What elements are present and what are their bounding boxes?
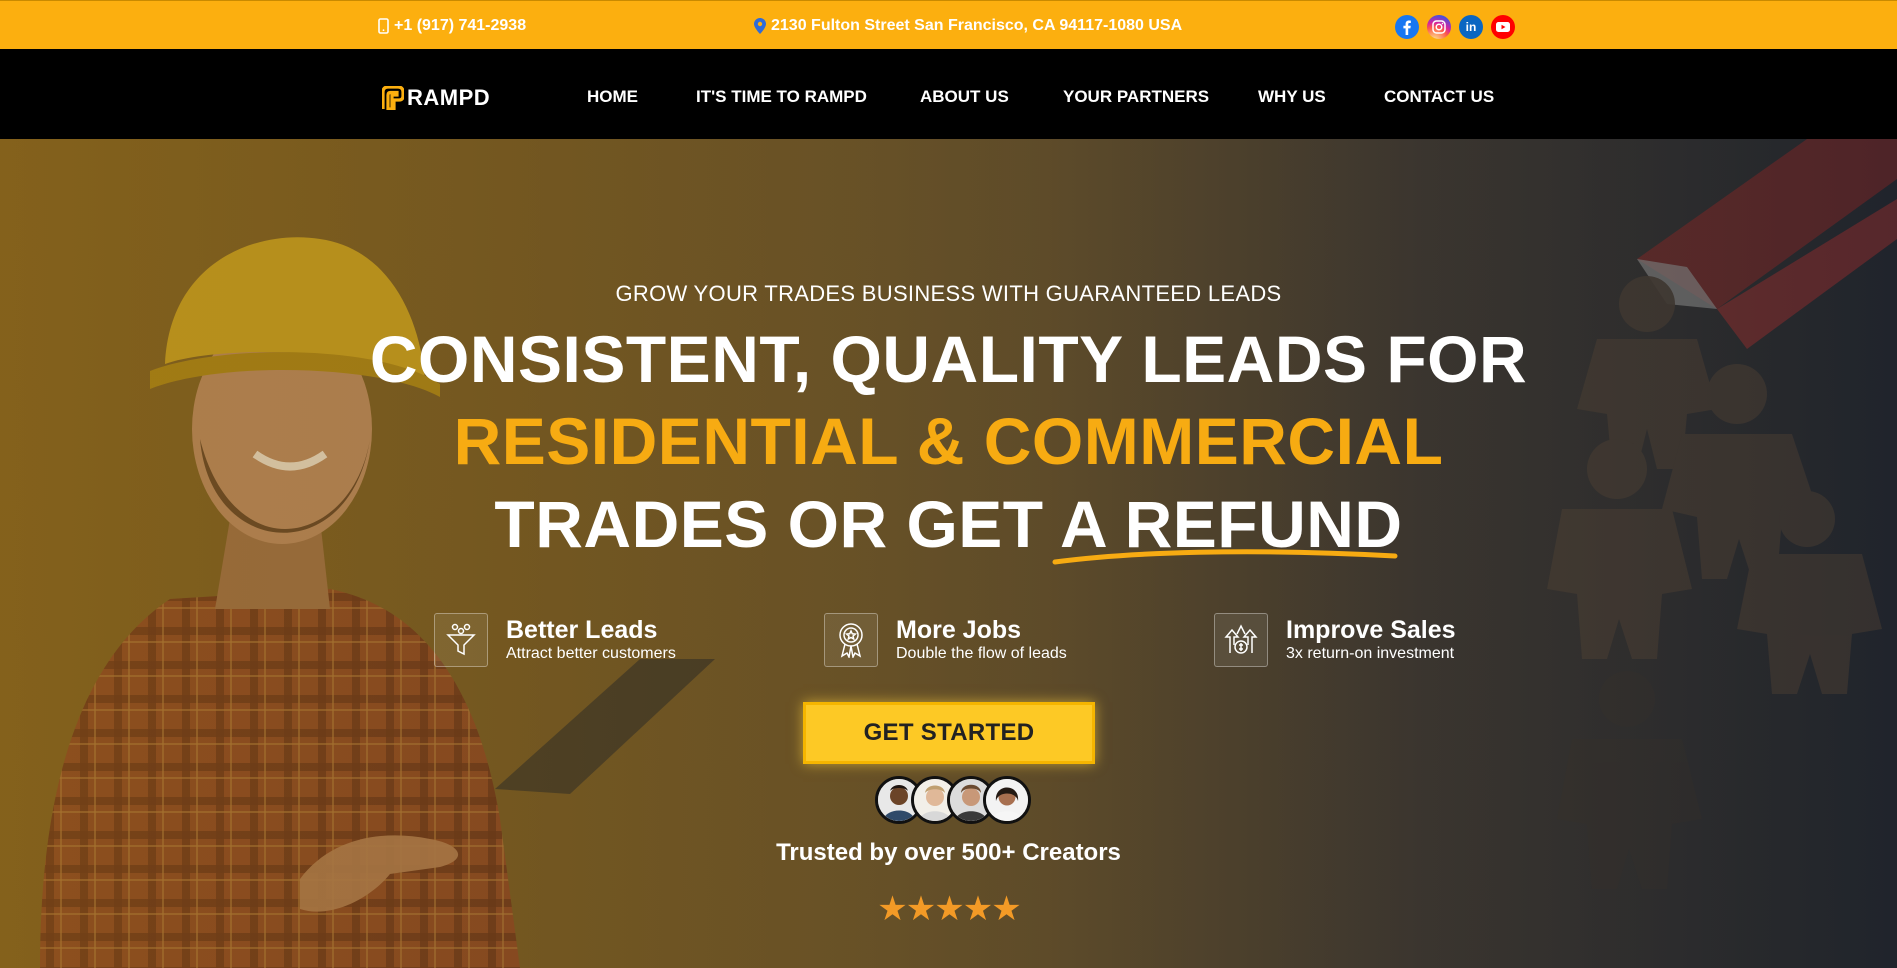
- feature-more-jobs: More Jobs Double the flow of leads: [824, 613, 1067, 667]
- address-contact[interactable]: 2130 Fulton Street San Francisco, CA 941…: [754, 1, 1182, 50]
- nav-home[interactable]: HOME: [587, 87, 638, 107]
- nav-contact-us[interactable]: CONTACT US: [1384, 87, 1494, 107]
- youtube-icon[interactable]: [1491, 15, 1515, 39]
- logo-mark-icon: [382, 86, 404, 110]
- award-badge-icon: [824, 613, 878, 667]
- feature-subtitle: Attract better customers: [506, 645, 676, 662]
- phone-contact[interactable]: +1 (917) 741-2938: [378, 1, 526, 50]
- headline-line-3-start: TRADES OR GET: [494, 487, 1061, 561]
- address-text: 2130 Fulton Street San Francisco, CA 941…: [771, 16, 1183, 34]
- growth-coin-icon: [1214, 613, 1268, 667]
- nav-your-partners[interactable]: YOUR PARTNERS: [1063, 87, 1209, 107]
- creator-avatars: [875, 776, 1031, 824]
- nav-its-time-to-rampd[interactable]: IT'S TIME TO RAMPD: [696, 87, 867, 107]
- nav-why-us[interactable]: WHY US: [1258, 87, 1326, 107]
- funnel-icon: [434, 613, 488, 667]
- facebook-icon[interactable]: [1395, 15, 1419, 39]
- feature-improve-sales: Improve Sales 3x return-on investment: [1214, 613, 1456, 667]
- headline-line-3: TRADES OR GET A REFUND: [0, 491, 1897, 557]
- nav-about-us[interactable]: ABOUT US: [920, 87, 1009, 107]
- location-pin-icon: [754, 17, 766, 34]
- headline-line-1: CONSISTENT, QUALITY LEADS FOR: [369, 322, 1528, 396]
- star-rating: ★★★★★: [877, 890, 1021, 928]
- avatar: [983, 776, 1031, 824]
- rampd-logo[interactable]: RAMPD: [382, 85, 490, 111]
- get-started-button[interactable]: GET STARTED: [803, 702, 1095, 764]
- phone-number: +1 (917) 741-2938: [394, 16, 527, 34]
- feature-title: Improve Sales: [1286, 616, 1456, 644]
- refund-underline-swoosh: [1052, 549, 1398, 565]
- top-contact-bar: +1 (917) 741-2938 2130 Fulton Street San…: [0, 0, 1897, 49]
- hero-content: GROW YOUR TRADES BUSINESS WITH GUARANTEE…: [0, 139, 1897, 968]
- trusted-by-text: Trusted by over 500+ Creators: [776, 839, 1121, 866]
- feature-subtitle: 3x return-on investment: [1286, 645, 1455, 662]
- logo-text: RAMPD: [407, 85, 491, 110]
- hero-section: GROW YOUR TRADES BUSINESS WITH GUARANTEE…: [0, 139, 1897, 968]
- headline-line-2: RESIDENTIAL & COMMERCIAL: [453, 404, 1444, 478]
- feature-better-leads: Better Leads Attract better customers: [434, 613, 676, 667]
- hero-kicker: GROW YOUR TRADES BUSINESS WITH GUARANTEE…: [615, 281, 1282, 306]
- phone-icon: [378, 17, 389, 34]
- feature-title: More Jobs: [896, 616, 1022, 644]
- instagram-icon[interactable]: [1427, 15, 1451, 39]
- feature-subtitle: Double the flow of leads: [896, 645, 1067, 662]
- feature-title: Better Leads: [506, 616, 658, 644]
- social-links: in: [1395, 15, 1515, 39]
- linkedin-icon[interactable]: in: [1459, 15, 1483, 39]
- main-navigation: RAMPD HOME IT'S TIME TO RAMPD ABOUT US Y…: [0, 49, 1897, 139]
